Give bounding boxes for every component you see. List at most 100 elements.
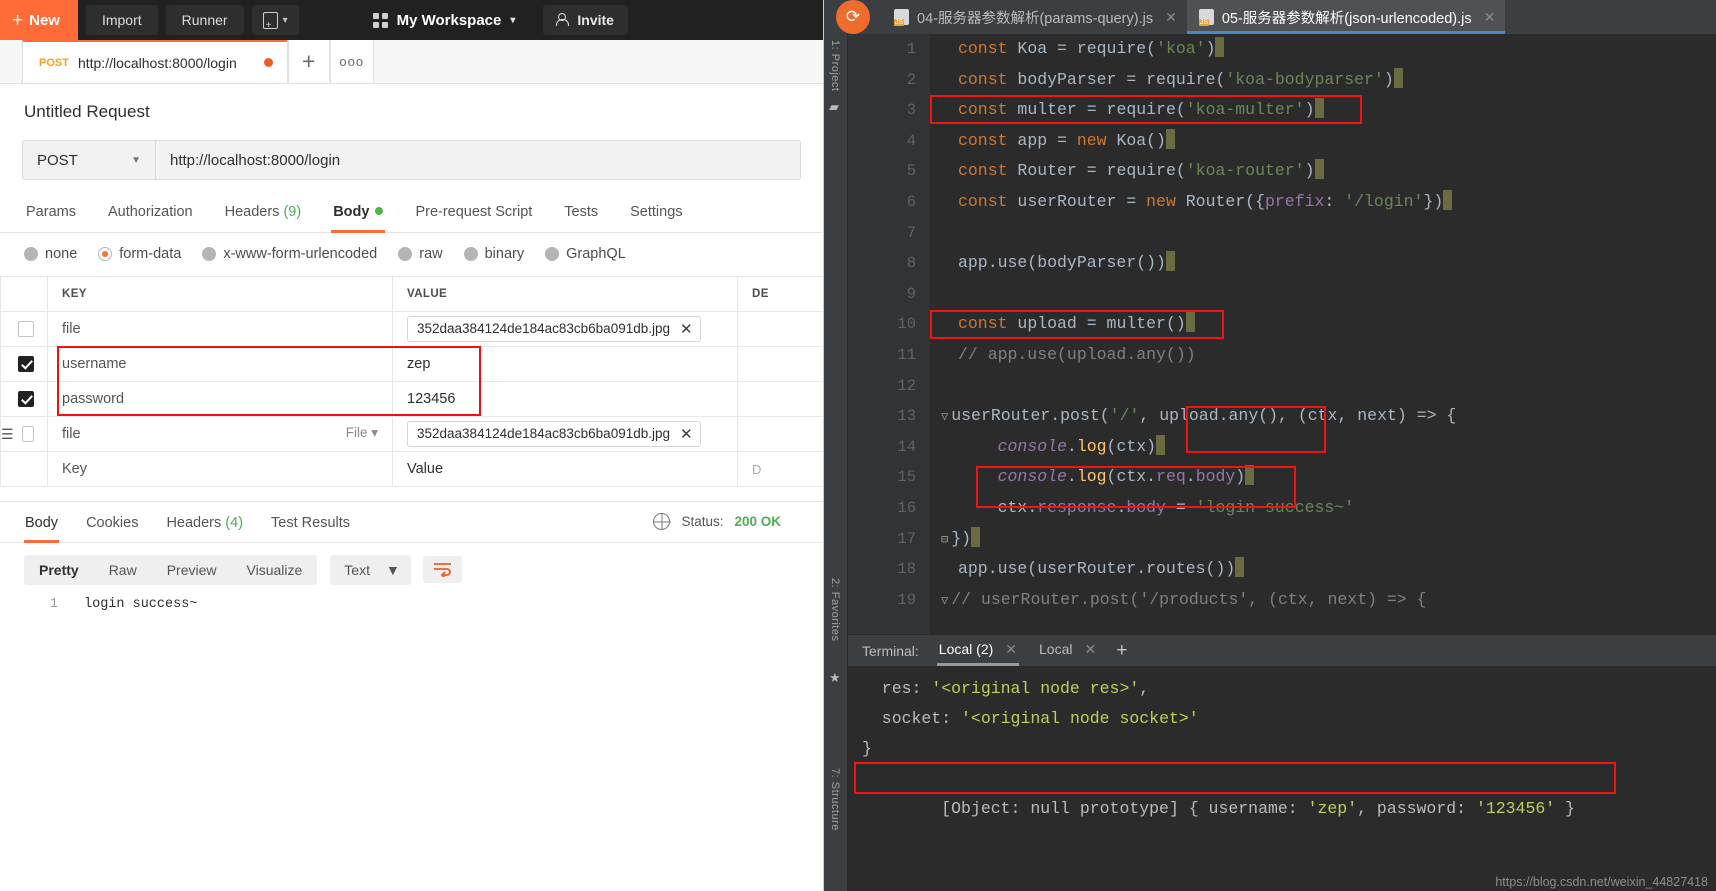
row-description-cell[interactable] — [737, 346, 823, 382]
tab-tests[interactable]: Tests — [562, 198, 600, 232]
add-terminal-button[interactable]: + — [1116, 640, 1127, 662]
body-type-graphql[interactable]: GraphQL — [545, 246, 626, 262]
row-key-cell[interactable]: file — [47, 311, 393, 347]
code-token: multer() — [1106, 314, 1186, 334]
close-icon[interactable]: ✕ — [680, 320, 693, 338]
table-row-empty[interactable]: Key Value D — [0, 451, 823, 487]
row-checkbox-cell[interactable]: ☰ — [0, 416, 48, 452]
folder-icon[interactable]: ▰ — [829, 99, 847, 115]
ide-tab-json-urlencoded[interactable]: 05-服务器参数解析(json-urlencoded).js ✕ — [1186, 0, 1506, 34]
row-value-cell[interactable]: zep — [392, 346, 738, 382]
new-button[interactable]: + New — [0, 0, 78, 40]
editor-code-area[interactable]: const Koa = require('koa') const bodyPars… — [930, 34, 1716, 634]
drag-handle-icon[interactable]: ☰ — [1, 427, 14, 441]
response-tab-test-results[interactable]: Test Results — [270, 502, 351, 542]
body-type-none[interactable]: none — [24, 246, 77, 262]
invite-button[interactable]: Invite — [543, 5, 628, 35]
file-chip[interactable]: 352daa384124de184ac83cb6ba091db.jpg ✕ — [407, 315, 701, 342]
code-token: console — [997, 436, 1067, 456]
row-description-cell[interactable]: D — [737, 451, 823, 487]
new-tab-dropdown-button[interactable]: ▾ — [251, 5, 299, 35]
close-icon[interactable]: ✕ — [1084, 641, 1096, 658]
method-select[interactable]: POST ▼ — [23, 141, 155, 179]
view-raw[interactable]: Raw — [94, 555, 152, 585]
code-token: '/' — [1109, 406, 1140, 426]
code-editor[interactable]: 1 2 3 4 5 6 7 8 9 10 11 12 13 14 15 16 1… — [848, 34, 1716, 634]
table-row[interactable]: password 123456 — [0, 381, 823, 417]
code-token: app.use(userRouter.routes()) — [958, 559, 1236, 579]
row-checkbox-checked[interactable] — [18, 390, 34, 407]
tab-options-button[interactable]: ooo — [329, 39, 374, 83]
row-description-cell[interactable] — [737, 311, 823, 347]
table-row[interactable]: username zep — [0, 346, 823, 382]
body-type-raw[interactable]: raw — [398, 246, 443, 262]
code-token: body — [1195, 467, 1236, 487]
row-key-cell[interactable]: file File ▾ — [47, 416, 393, 452]
row-checkbox[interactable] — [21, 425, 34, 442]
response-tab-headers[interactable]: Headers (4) — [165, 502, 244, 542]
row-checkbox-cell[interactable] — [0, 381, 48, 417]
view-pretty[interactable]: Pretty — [24, 555, 94, 585]
code-fold-icon[interactable]: ▽ — [941, 594, 948, 608]
request-tab[interactable]: POST http://localhost:8000/login — [22, 39, 288, 83]
row-checkbox-cell — [0, 451, 48, 487]
code-fold-icon[interactable]: ▽ — [941, 410, 948, 424]
tab-pre-request-script[interactable]: Pre-request Script — [413, 198, 534, 232]
close-icon[interactable]: ✕ — [1484, 9, 1496, 26]
row-key-cell[interactable]: username — [47, 346, 393, 382]
row-key-cell[interactable]: password — [47, 381, 393, 417]
response-body-viewer[interactable]: 1 login success~ — [0, 597, 823, 612]
row-type-select[interactable]: File ▾ — [346, 425, 378, 441]
terminal-tab-local[interactable]: Local ✕ — [1037, 636, 1098, 666]
sync-icon[interactable]: ⟳ — [836, 0, 870, 34]
table-row[interactable]: file 352daa384124de184ac83cb6ba091db.jpg… — [0, 311, 823, 347]
import-button[interactable]: Import — [85, 5, 158, 35]
row-checkbox[interactable] — [18, 320, 34, 337]
terminal-tab-local-2[interactable]: Local (2) ✕ — [936, 636, 1020, 666]
response-format-select[interactable]: Text ▼ — [330, 554, 411, 585]
response-tab-body[interactable]: Body — [24, 502, 60, 543]
row-value-cell[interactable]: 352daa384124de184ac83cb6ba091db.jpg ✕ — [392, 311, 738, 347]
tab-settings[interactable]: Settings — [628, 198, 684, 232]
row-description-cell[interactable] — [737, 416, 823, 452]
code-fold-icon[interactable]: ⊟ — [941, 533, 948, 547]
terminal-output[interactable]: res: '<original node res>', socket: '<or… — [848, 666, 1716, 891]
ide-tab-params-query[interactable]: 04-服务器参数解析(params-query).js ✕ — [882, 0, 1187, 34]
response-tab-cookies[interactable]: Cookies — [85, 502, 139, 542]
tab-body[interactable]: Body — [331, 198, 386, 233]
close-icon[interactable]: ✕ — [680, 425, 693, 443]
star-icon[interactable]: ★ — [829, 670, 841, 686]
file-chip[interactable]: 352daa384124de184ac83cb6ba091db.jpg ✕ — [407, 420, 701, 447]
table-row[interactable]: ☰ file File ▾ 352daa384124de184ac83cb6ba… — [0, 416, 823, 452]
row-checkbox-cell[interactable] — [0, 311, 48, 347]
row-value-cell[interactable]: 352daa384124de184ac83cb6ba091db.jpg ✕ — [392, 416, 738, 452]
tab-headers[interactable]: Headers (9) — [223, 198, 304, 232]
row-value-cell[interactable]: 123456 — [392, 381, 738, 417]
runner-button[interactable]: Runner — [165, 5, 244, 35]
row-key-cell[interactable]: Key — [47, 451, 393, 487]
url-input[interactable]: http://localhost:8000/login — [155, 141, 800, 179]
tab-authorization[interactable]: Authorization — [106, 198, 195, 232]
row-value-cell[interactable]: Value — [392, 451, 738, 487]
row-checkbox-cell[interactable] — [0, 346, 48, 382]
close-icon[interactable]: ✕ — [1005, 641, 1017, 658]
add-tab-button[interactable]: + — [287, 39, 330, 83]
file-name: 352daa384124de184ac83cb6ba091db.jpg — [417, 321, 670, 336]
rail-favorites-label[interactable]: 2: Favorites — [829, 572, 841, 641]
row-description-cell[interactable] — [737, 381, 823, 417]
request-tab-bar: POST http://localhost:8000/login + ooo — [0, 39, 823, 84]
view-visualize[interactable]: Visualize — [232, 555, 318, 585]
view-preview[interactable]: Preview — [152, 555, 232, 585]
wrap-lines-button[interactable] — [422, 556, 462, 583]
workspace-selector[interactable]: My Workspace ▾ — [367, 0, 522, 40]
body-type-x-www-form-urlencoded[interactable]: x-www-form-urlencoded — [202, 246, 377, 262]
rail-structure-label[interactable]: 7: Structure — [829, 762, 841, 831]
close-icon[interactable]: ✕ — [1165, 9, 1177, 26]
header-key: KEY — [47, 277, 393, 312]
body-type-form-data[interactable]: form-data — [98, 246, 181, 262]
radio-icon — [545, 247, 560, 261]
rail-project-label[interactable]: 1: Project — [829, 34, 841, 91]
row-checkbox-checked[interactable] — [18, 355, 34, 372]
tab-params[interactable]: Params — [24, 198, 78, 232]
body-type-binary[interactable]: binary — [463, 246, 524, 262]
